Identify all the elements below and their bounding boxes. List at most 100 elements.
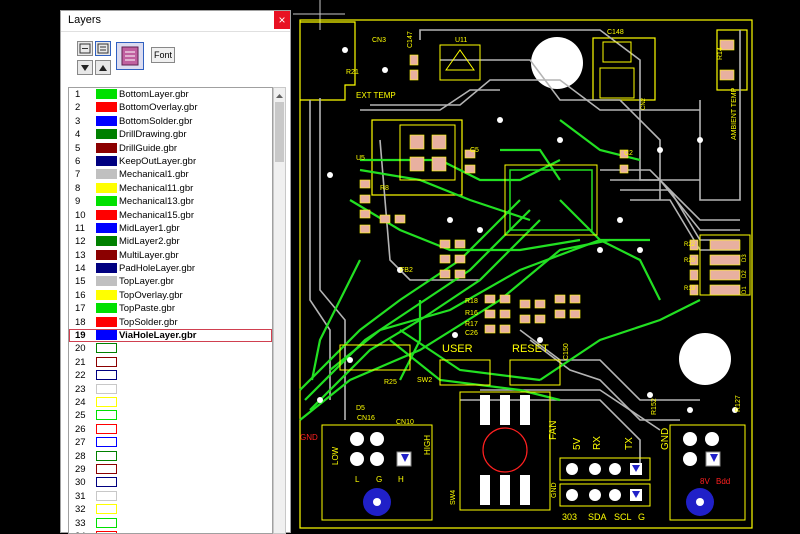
layer-row[interactable]: 23 [69, 383, 272, 396]
layer-color-swatch[interactable] [96, 263, 117, 274]
layer-row[interactable]: 8 Mechanical11.gbr [69, 182, 272, 195]
layer-color-swatch[interactable] [96, 155, 117, 166]
layer-row[interactable]: 15 TopLayer.gbr [69, 275, 272, 288]
layer-color-swatch[interactable] [96, 236, 117, 247]
layer-color-swatch[interactable] [96, 410, 117, 421]
layer-row[interactable]: 2 BottomOverlay.gbr [69, 101, 272, 114]
label-bp1: 8V [700, 477, 710, 486]
layer-name: ViaHoleLayer.gbr [119, 330, 197, 342]
layer-color-swatch[interactable] [96, 396, 117, 407]
layer-row[interactable]: 10 Mechanical15.gbr [69, 209, 272, 222]
layer-row[interactable]: 31 [69, 490, 272, 503]
layer-color-swatch[interactable] [96, 142, 117, 153]
font-button[interactable]: Font [151, 47, 175, 63]
scrollbar-thumb[interactable] [275, 102, 284, 162]
layer-color-swatch[interactable] [96, 450, 117, 461]
layer-row[interactable]: 5 DrillGuide.gbr [69, 142, 272, 155]
layer-color-swatch[interactable] [96, 249, 117, 260]
layer-row[interactable]: 20 [69, 342, 272, 355]
label-gnd2: GND [551, 482, 558, 498]
layer-row[interactable]: 30 [69, 476, 272, 489]
layer-color-swatch[interactable] [96, 289, 117, 300]
layer-color-swatch[interactable] [96, 276, 117, 287]
layer-row[interactable]: 11 MidLayer1.gbr [69, 222, 272, 235]
label-r8: R8 [380, 185, 389, 192]
label-d1: D1 [742, 286, 748, 294]
layer-row[interactable]: 14 PadHoleLayer.gbr [69, 262, 272, 275]
pcb-canvas[interactable]: CN3 U11 C147 C148 R14 R21 EXT TEMP AMBIE… [291, 0, 800, 533]
layer-row[interactable]: 28 [69, 450, 272, 463]
layer-row[interactable]: 7 Mechanical1.gbr [69, 168, 272, 181]
layer-row[interactable]: 1 BottomLayer.gbr [69, 88, 272, 101]
layer-row[interactable]: 12 MidLayer2.gbr [69, 235, 272, 248]
move-up-button[interactable] [95, 60, 111, 75]
layer-row[interactable]: 19 ViaHoleLayer.gbr [69, 329, 272, 343]
label-cn10: CN10 [396, 419, 414, 426]
layer-name: KeepOutLayer.gbr [119, 155, 197, 167]
layer-list-scrollbar[interactable] [273, 87, 286, 534]
layer-color-swatch[interactable] [96, 383, 117, 394]
layer-color-swatch[interactable] [96, 356, 117, 367]
layer-color-swatch[interactable] [96, 343, 117, 354]
show-layers-icon [97, 43, 109, 54]
layer-row[interactable]: 21 [69, 356, 272, 369]
layer-color-swatch[interactable] [96, 330, 117, 341]
move-up-icon [99, 65, 107, 71]
show-layers-button[interactable] [95, 41, 111, 56]
layer-row[interactable]: 6 KeepOutLayer.gbr [69, 155, 272, 168]
layer-row[interactable]: 3 BottomSolder.gbr [69, 115, 272, 128]
label-ambient-temp: AMBIENT TEMP [731, 87, 738, 140]
layer-list[interactable]: 1 BottomLayer.gbr 2 BottomOverlay.gbr 3 Botto… [68, 87, 273, 534]
layer-row[interactable]: 27 [69, 436, 272, 449]
layer-color-swatch[interactable] [96, 115, 117, 126]
layer-color-swatch[interactable] [96, 222, 117, 233]
layer-color-swatch[interactable] [96, 169, 117, 180]
layer-row[interactable]: 29 [69, 463, 272, 476]
label-sw4: SW4 [450, 490, 457, 505]
layer-row[interactable]: 9 Mechanical13.gbr [69, 195, 272, 208]
label-u5: U5 [356, 155, 365, 162]
layer-row[interactable]: 4 DrillDrawing.gbr [69, 128, 272, 141]
layer-row[interactable]: 24 [69, 396, 272, 409]
layer-row[interactable]: 33 [69, 517, 272, 530]
label-cn3: CN3 [372, 37, 386, 44]
move-down-button[interactable] [77, 60, 93, 75]
layer-color-swatch[interactable] [96, 89, 117, 99]
layer-row[interactable]: 34 [69, 530, 272, 533]
layer-color-swatch[interactable] [96, 477, 117, 488]
layer-row[interactable]: 17 TopPaste.gbr [69, 302, 272, 315]
layer-color-button[interactable] [116, 42, 144, 70]
hide-layers-button[interactable] [77, 41, 93, 56]
layer-color-swatch[interactable] [96, 423, 117, 434]
layer-color-swatch[interactable] [96, 209, 117, 220]
label-c26: C26 [465, 330, 478, 337]
layer-color-swatch[interactable] [96, 437, 117, 448]
layer-color-swatch[interactable] [96, 129, 117, 140]
label-gnd3: GND [300, 433, 318, 442]
layer-row[interactable]: 13 MultiLayer.gbr [69, 249, 272, 262]
layer-color-swatch[interactable] [96, 102, 117, 113]
label-sw2: SW2 [417, 377, 432, 384]
layer-row[interactable]: 18 TopSolder.gbr [69, 316, 272, 329]
label-c147: C147 [407, 31, 414, 48]
layer-name: MultiLayer.gbr [119, 249, 179, 261]
layer-row[interactable]: 22 [69, 369, 272, 382]
layer-row[interactable]: 16 TopOverlay.gbr [69, 289, 272, 302]
layer-color-swatch[interactable] [96, 196, 117, 207]
layer-row[interactable]: 32 [69, 503, 272, 516]
layer-color-swatch[interactable] [96, 316, 117, 327]
label-cn2: CN2 [641, 97, 647, 110]
layer-color-swatch[interactable] [96, 370, 117, 381]
scroll-up-icon[interactable] [274, 91, 285, 101]
silkscreen-labels: CN3 U11 C147 C148 R14 R21 EXT TEMP AMBIE… [331, 29, 748, 522]
layer-color-swatch[interactable] [96, 303, 117, 314]
panel-title: Layers [68, 14, 102, 26]
layer-color-swatch[interactable] [96, 517, 117, 528]
close-button[interactable]: × [274, 11, 290, 29]
layer-row[interactable]: 25 [69, 409, 272, 422]
layer-color-swatch[interactable] [96, 182, 117, 193]
layer-color-swatch[interactable] [96, 490, 117, 501]
layer-row[interactable]: 26 [69, 423, 272, 436]
layer-color-swatch[interactable] [96, 504, 117, 515]
layer-color-swatch[interactable] [96, 463, 117, 474]
